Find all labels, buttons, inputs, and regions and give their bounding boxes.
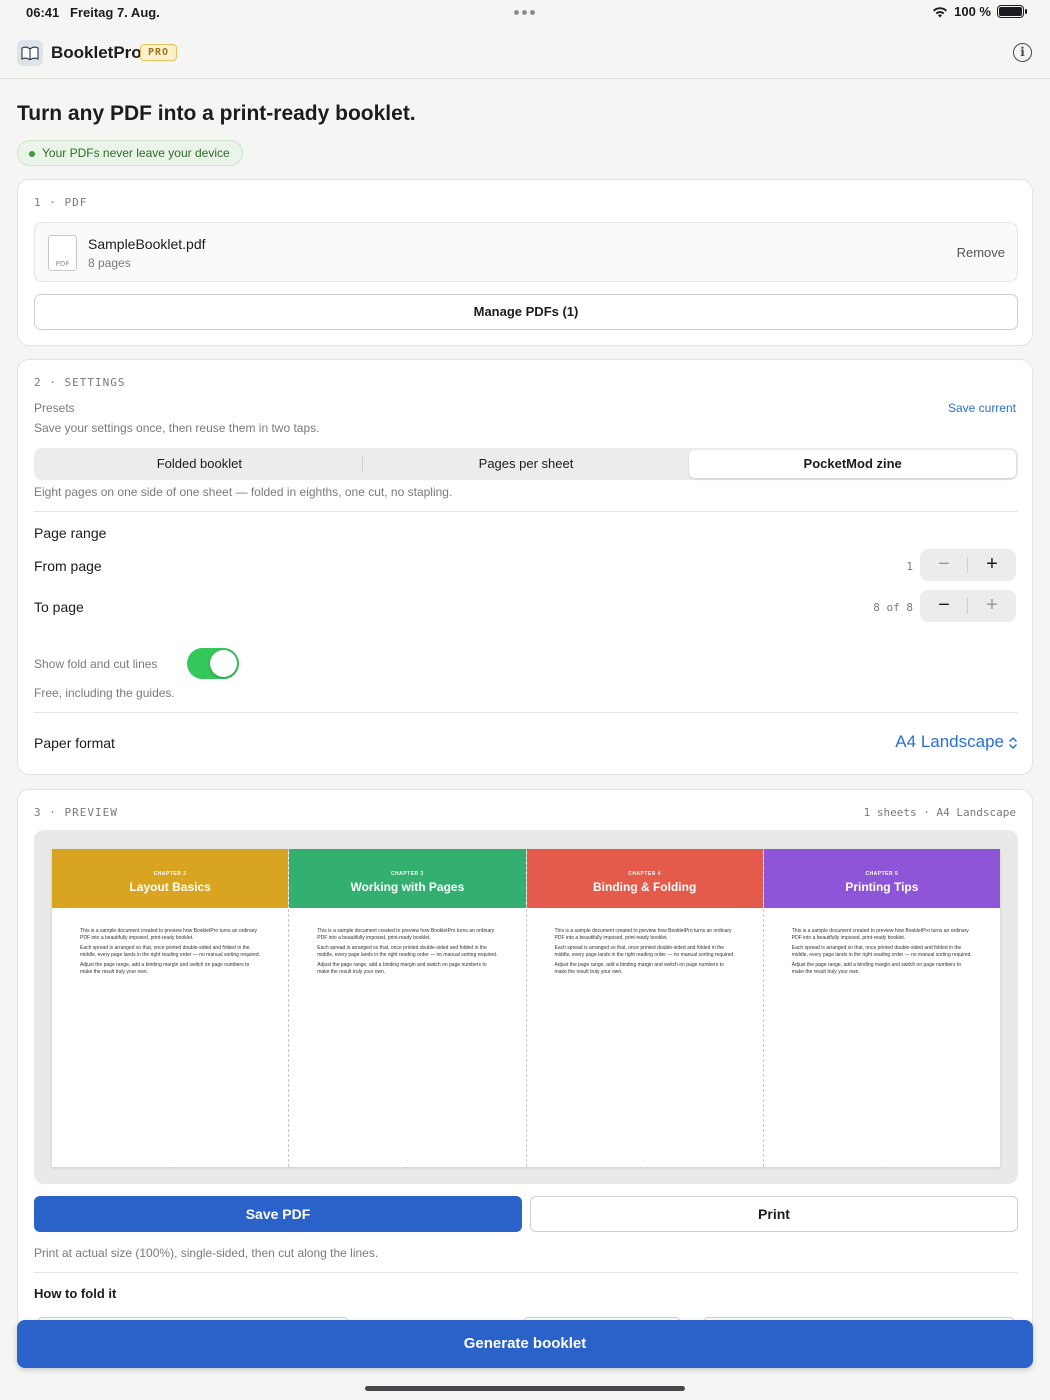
privacy-badge: Your PDFs never leave your device: [17, 140, 243, 166]
mode-pocketmod-zine[interactable]: PocketMod zine: [689, 450, 1017, 478]
page-title: Binding & Folding: [592, 880, 697, 894]
page-body: This is a sample document created to pre…: [527, 908, 763, 975]
page-paragraph: Adjust the page range, add a binding mar…: [791, 962, 962, 975]
page-chapter: CHAPTER 5: [865, 871, 899, 877]
page-paragraph: Adjust the page range, add a binding mar…: [317, 962, 487, 975]
presets-hint: Save your settings once, then reuse them…: [34, 421, 320, 435]
page-number-mark: ·: [881, 1158, 883, 1164]
manage-pdfs-button[interactable]: Manage PDFs (1): [34, 294, 1018, 330]
preview-page: CHAPTER 3 Working with Pages This is a s…: [289, 849, 527, 1167]
remove-pdf-button[interactable]: Remove: [957, 245, 1005, 260]
status-date: Freitag 7. Aug.: [70, 5, 160, 20]
page-number-mark: ·: [643, 1158, 646, 1164]
how-to-fold-heading: How to fold it: [34, 1286, 117, 1301]
multitasking-dots-icon[interactable]: [514, 10, 535, 15]
from-page-stepper: − +: [920, 549, 1016, 581]
to-page-stepper: − +: [920, 590, 1016, 622]
preview-sheet: CHAPTER 2 Layout Basics This is a sample…: [52, 849, 1000, 1167]
info-icon[interactable]: i: [1013, 43, 1032, 62]
divider: [34, 1272, 1018, 1273]
battery-icon: [997, 5, 1027, 18]
page-paragraph: This is a sample document created to pre…: [317, 928, 495, 941]
to-page-increment-button[interactable]: +: [968, 590, 1016, 622]
preview-page: CHAPTER 2 Layout Basics This is a sample…: [52, 849, 290, 1167]
page-title: Printing Tips: [845, 880, 919, 894]
page-body: This is a sample document created to pre…: [289, 908, 525, 975]
page-chapter: CHAPTER 3: [390, 871, 424, 877]
page-body: This is a sample document created to pre…: [764, 908, 1000, 975]
paper-format-label: Paper format: [34, 735, 115, 751]
mode-folded-booklet[interactable]: Folded booklet: [36, 450, 363, 478]
page-paragraph: This is a sample document created to pre…: [554, 928, 732, 941]
pdf-file-icon: PDF: [48, 235, 77, 271]
home-indicator[interactable]: [365, 1386, 685, 1391]
wifi-icon: [933, 6, 948, 17]
pdf-section-label: 1 · PDF: [34, 196, 88, 209]
to-page-label: To page: [34, 599, 84, 615]
paper-format-select[interactable]: A4 Landscape: [895, 732, 1004, 752]
save-pdf-button[interactable]: Save PDF: [34, 1196, 522, 1232]
status-time: 06:41: [26, 5, 60, 20]
page-paragraph: Each spread is arranged so that, once pr…: [791, 945, 972, 958]
app-bar: BookletPro PRO i: [0, 26, 1050, 79]
battery-percent: 100 %: [954, 4, 991, 19]
to-page-value: 8 of 8: [873, 601, 913, 614]
preview-meta: 1 sheets · A4 Landscape: [863, 806, 1016, 819]
print-hint: Print at actual size (100%), single-side…: [34, 1246, 379, 1260]
guides-hint: Free, including the guides.: [34, 686, 175, 700]
page-number-mark: ·: [169, 1158, 171, 1164]
file-row: PDF SampleBooklet.pdf 8 pages Remove: [34, 222, 1018, 282]
divider: [34, 511, 1018, 512]
page-title: Layout Basics: [129, 880, 211, 894]
presets-label: Presets: [34, 401, 75, 415]
generate-booklet-button[interactable]: Generate booklet: [17, 1320, 1033, 1368]
save-current-preset-button[interactable]: Save current: [948, 401, 1016, 415]
guides-toggle[interactable]: [187, 648, 239, 679]
preview-page: CHAPTER 5 Printing Tips This is a sample…: [763, 849, 1000, 1167]
page-chapter: CHAPTER 2: [153, 871, 187, 877]
status-bar: 06:41 Freitag 7. Aug. 100 %: [0, 0, 1050, 26]
page-chapter: CHAPTER 4: [628, 871, 662, 877]
app-title: BookletPro: [51, 43, 142, 62]
settings-card: 2 · SETTINGS Presets Save current Save y…: [17, 359, 1033, 775]
page-paragraph: Adjust the page range, add a binding mar…: [554, 962, 724, 975]
page-paragraph: This is a sample document created to pre…: [80, 928, 258, 941]
chevron-up-down-icon[interactable]: [1008, 736, 1018, 751]
layout-mode-segmented-control: Folded booklet Pages per sheet PocketMod…: [34, 448, 1018, 480]
page-range-label: Page range: [34, 525, 107, 541]
page-header: CHAPTER 4 Binding & Folding: [526, 849, 763, 908]
divider: [34, 712, 1018, 713]
from-page-increment-button[interactable]: +: [968, 549, 1016, 581]
mode-hint: Eight pages on one side of one sheet — f…: [34, 485, 453, 499]
page-body: This is a sample document created to pre…: [52, 908, 288, 975]
app-book-icon: [17, 40, 43, 66]
page-header: CHAPTER 2 Layout Basics: [52, 849, 289, 908]
from-page-decrement-button[interactable]: −: [920, 549, 968, 581]
mode-pages-per-sheet[interactable]: Pages per sheet: [363, 450, 690, 478]
from-page-value: 1: [906, 560, 913, 573]
page-headline: Turn any PDF into a print-ready booklet.: [17, 102, 416, 125]
file-name: SampleBooklet.pdf: [88, 236, 206, 252]
file-page-count: 8 pages: [88, 256, 131, 270]
page-title: Working with Pages: [350, 880, 465, 894]
from-page-label: From page: [34, 558, 102, 574]
page-header: CHAPTER 3 Working with Pages: [289, 849, 526, 908]
page-header: CHAPTER 5 Printing Tips: [763, 849, 1000, 908]
preview-section-label: 3 · PREVIEW: [34, 806, 118, 819]
page-paragraph: Adjust the page range, add a binding mar…: [80, 962, 250, 975]
guides-label: Show fold and cut lines: [34, 657, 158, 671]
page-paragraph: Each spread is arranged so that, once pr…: [80, 945, 261, 958]
settings-section-label: 2 · SETTINGS: [34, 376, 126, 389]
preview-frame: CHAPTER 2 Layout Basics This is a sample…: [34, 830, 1018, 1184]
page-paragraph: Each spread is arranged so that, once pr…: [554, 945, 735, 958]
preview-card: 3 · PREVIEW 1 sheets · A4 Landscape CHAP…: [17, 789, 1033, 1349]
to-page-decrement-button[interactable]: −: [920, 590, 968, 622]
print-button[interactable]: Print: [530, 1196, 1018, 1232]
page-number-mark: ·: [406, 1158, 409, 1164]
preview-page: CHAPTER 4 Binding & Folding This is a sa…: [526, 849, 764, 1167]
page-paragraph: This is a sample document created to pre…: [791, 928, 969, 941]
pro-badge[interactable]: PRO: [140, 44, 178, 61]
page-paragraph: Each spread is arranged so that, once pr…: [317, 945, 498, 958]
pdf-card: 1 · PDF PDF SampleBooklet.pdf 8 pages Re…: [17, 179, 1033, 346]
